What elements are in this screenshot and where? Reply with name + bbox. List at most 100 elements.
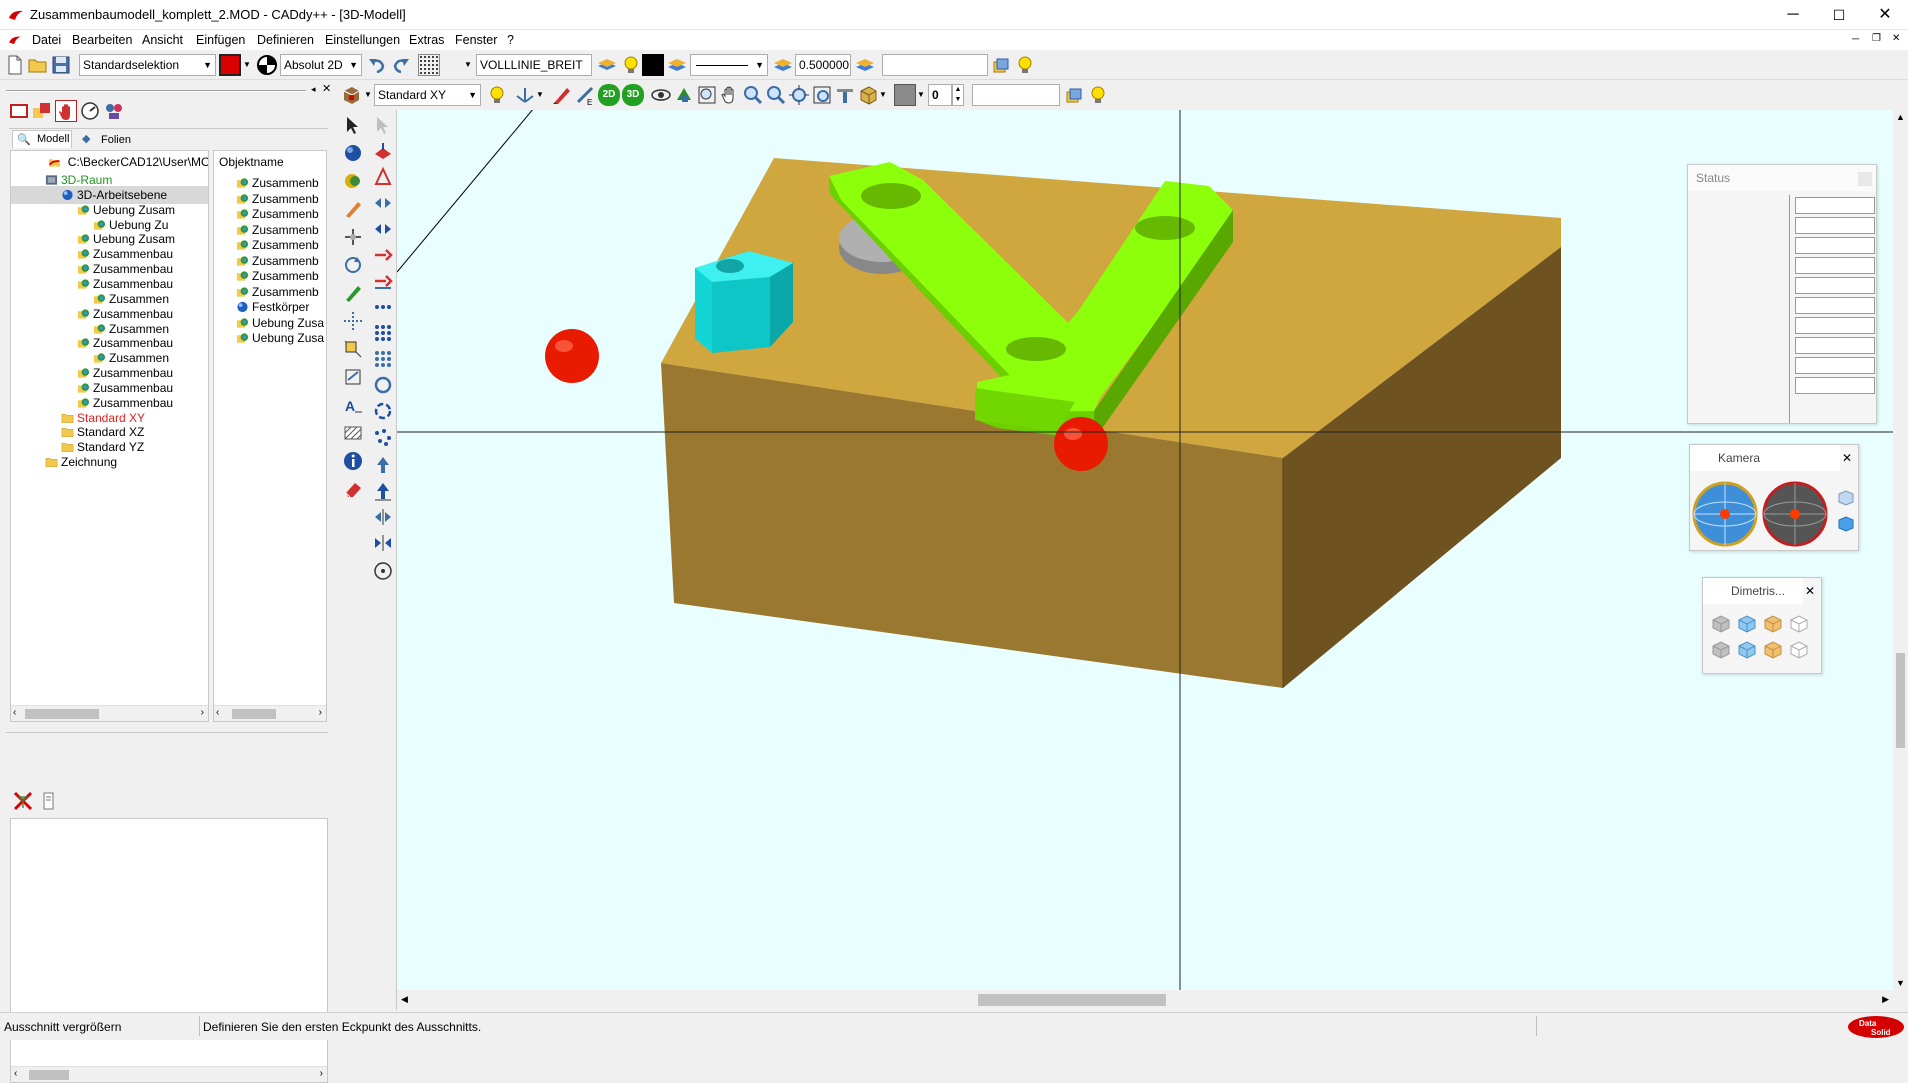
- dimetric-view-cube-icon[interactable]: [1711, 614, 1731, 637]
- join-icon[interactable]: [372, 506, 394, 528]
- panel-pin-icon[interactable]: ◂: [311, 84, 316, 95]
- extrude-icon[interactable]: [372, 140, 394, 162]
- cube-back-icon[interactable]: [1837, 515, 1855, 536]
- color-select-icon[interactable]: [219, 54, 241, 76]
- grid-icon[interactable]: [418, 54, 440, 76]
- hatch-pattern-icon[interactable]: [342, 422, 364, 444]
- cube-front-icon[interactable]: [1837, 489, 1855, 510]
- status-panel-button[interactable]: [1858, 172, 1872, 186]
- tab-modell[interactable]: 🔍 Modell: [12, 130, 72, 148]
- 3d-viewport[interactable]: [397, 110, 1893, 990]
- extra-input-field[interactable]: [882, 54, 988, 76]
- mirror-icon[interactable]: [372, 166, 394, 188]
- measure-icon[interactable]: [342, 282, 364, 304]
- info-icon[interactable]: [342, 450, 364, 472]
- tree-root-path[interactable]: C:\BeckerCAD12\User\MO: [11, 153, 208, 171]
- align-up-bar-icon[interactable]: [372, 480, 394, 502]
- coord-mode-select[interactable]: Absolut 2D ▼: [280, 54, 362, 76]
- visibility-bulb-icon[interactable]: [1014, 54, 1036, 76]
- line-style-select[interactable]: ▼: [690, 54, 768, 76]
- dimetric-view-cube-icon[interactable]: [1737, 640, 1757, 663]
- view-layer-manager-icon[interactable]: [1065, 84, 1087, 106]
- dimetric-view-cube-icon[interactable]: [1789, 614, 1809, 637]
- section-plane-icon[interactable]: [834, 84, 856, 106]
- view-cube-icon[interactable]: [340, 84, 362, 106]
- object-row[interactable]: Uebung Zusa: [236, 329, 324, 347]
- zoom-all-icon[interactable]: [788, 84, 810, 106]
- new-file-icon[interactable]: [4, 54, 26, 76]
- zoom-out-icon[interactable]: [765, 84, 787, 106]
- fill-color-dropdown-icon[interactable]: ▼: [917, 90, 925, 99]
- tab-folien[interactable]: ◆ Folien: [78, 132, 138, 148]
- axis-icon[interactable]: [514, 84, 536, 106]
- undo-icon[interactable]: [366, 54, 388, 76]
- dimetric-view-cube-icon[interactable]: [1711, 640, 1731, 663]
- dimension-icon[interactable]: [342, 366, 364, 388]
- lightbulb-icon[interactable]: [619, 54, 641, 76]
- kamera-close-icon[interactable]: ✕: [1842, 451, 1852, 465]
- shift-icon[interactable]: [372, 244, 394, 266]
- view-2d-button[interactable]: 2D: [598, 84, 620, 106]
- view-light-icon[interactable]: [1087, 84, 1109, 106]
- layer-spinner[interactable]: ▲ ▼: [952, 84, 964, 106]
- boolean-icon[interactable]: [342, 170, 364, 192]
- dimetric-close-icon[interactable]: ✕: [1805, 584, 1815, 598]
- view-input-field[interactable]: [972, 84, 1060, 106]
- text-icon[interactable]: A: [342, 394, 364, 416]
- menu-einstellungen[interactable]: Einstellungen: [325, 33, 400, 47]
- transform-icon[interactable]: [342, 226, 364, 248]
- redo-icon[interactable]: [390, 54, 412, 76]
- fill-color-swatch[interactable]: [894, 84, 916, 106]
- dimetric-view-cube-icon[interactable]: [1737, 614, 1757, 637]
- open-folder-icon[interactable]: [27, 54, 49, 76]
- save-icon[interactable]: [50, 54, 72, 76]
- layer-manager-icon[interactable]: [992, 54, 1014, 76]
- pencil-icon[interactable]: [342, 198, 364, 220]
- close-button[interactable]: ✕: [1862, 0, 1908, 30]
- rotate-icon[interactable]: [342, 254, 364, 276]
- menu-help[interactable]: ?: [507, 33, 514, 47]
- explorer-tool-1-icon[interactable]: [8, 100, 30, 122]
- 3d-scene[interactable]: [397, 110, 1893, 990]
- view-plane-select[interactable]: Standard XY ▼: [374, 84, 481, 106]
- copy-move-icon[interactable]: [372, 218, 394, 240]
- explorer-tool-4-icon[interactable]: [79, 100, 101, 122]
- object-hscrollbar[interactable]: ‹ ›: [214, 705, 326, 721]
- dimetric-view-cube-icon[interactable]: [1763, 640, 1783, 663]
- menu-bearbeiten[interactable]: Bearbeiten: [72, 33, 132, 47]
- edge-tool-icon[interactable]: E: [574, 84, 596, 106]
- zoom-window-icon[interactable]: [696, 84, 718, 106]
- tree-item[interactable]: Zeichnung: [11, 453, 208, 471]
- move-icon[interactable]: [372, 192, 394, 214]
- orbit-globe-dark-icon[interactable]: [1762, 481, 1828, 550]
- mdi-close-button[interactable]: ✕: [1892, 33, 1900, 44]
- view-3d-button[interactable]: 3D: [622, 84, 644, 106]
- dense-array-icon[interactable]: [372, 348, 394, 370]
- pen-layer-icon[interactable]: [854, 54, 876, 76]
- color-dropdown-icon[interactable]: ▼: [243, 60, 251, 69]
- select-arrow-icon[interactable]: [342, 114, 364, 136]
- explorer-tool-5-icon[interactable]: [103, 100, 125, 122]
- panel-close-icon[interactable]: ✕: [322, 82, 331, 95]
- info-note-icon[interactable]: [38, 790, 60, 812]
- line-width-layer-icon[interactable]: [772, 54, 794, 76]
- walk-icon[interactable]: [673, 84, 695, 106]
- explorer-tool-3-icon[interactable]: [55, 100, 77, 122]
- axis-dropdown-icon[interactable]: ▼: [536, 90, 544, 99]
- pan-hand-icon[interactable]: [719, 84, 741, 106]
- array-icon[interactable]: [372, 296, 394, 318]
- snap-target-icon[interactable]: [256, 54, 278, 76]
- viewport-vscrollbar[interactable]: ▲ ▼: [1893, 110, 1908, 990]
- viewport-hscrollbar[interactable]: ◀ ▶: [397, 990, 1893, 1010]
- dimetric-view-cube-icon[interactable]: [1789, 640, 1809, 663]
- dashed-axis-icon[interactable]: [342, 310, 364, 332]
- scale-icon[interactable]: [372, 270, 394, 292]
- linetype-field[interactable]: VOLLLINIE_BREIT: [476, 54, 592, 76]
- dimetric-view-cube-icon[interactable]: [1763, 614, 1783, 637]
- mdi-minimize-button[interactable]: ─: [1852, 34, 1859, 45]
- selection-mode-select[interactable]: Standardselektion ▼: [79, 54, 216, 76]
- mdi-restore-button[interactable]: ❐: [1872, 33, 1881, 44]
- color-black-swatch[interactable]: [642, 54, 664, 76]
- menu-definieren[interactable]: Definieren: [257, 33, 314, 47]
- orbit-icon[interactable]: [650, 84, 672, 106]
